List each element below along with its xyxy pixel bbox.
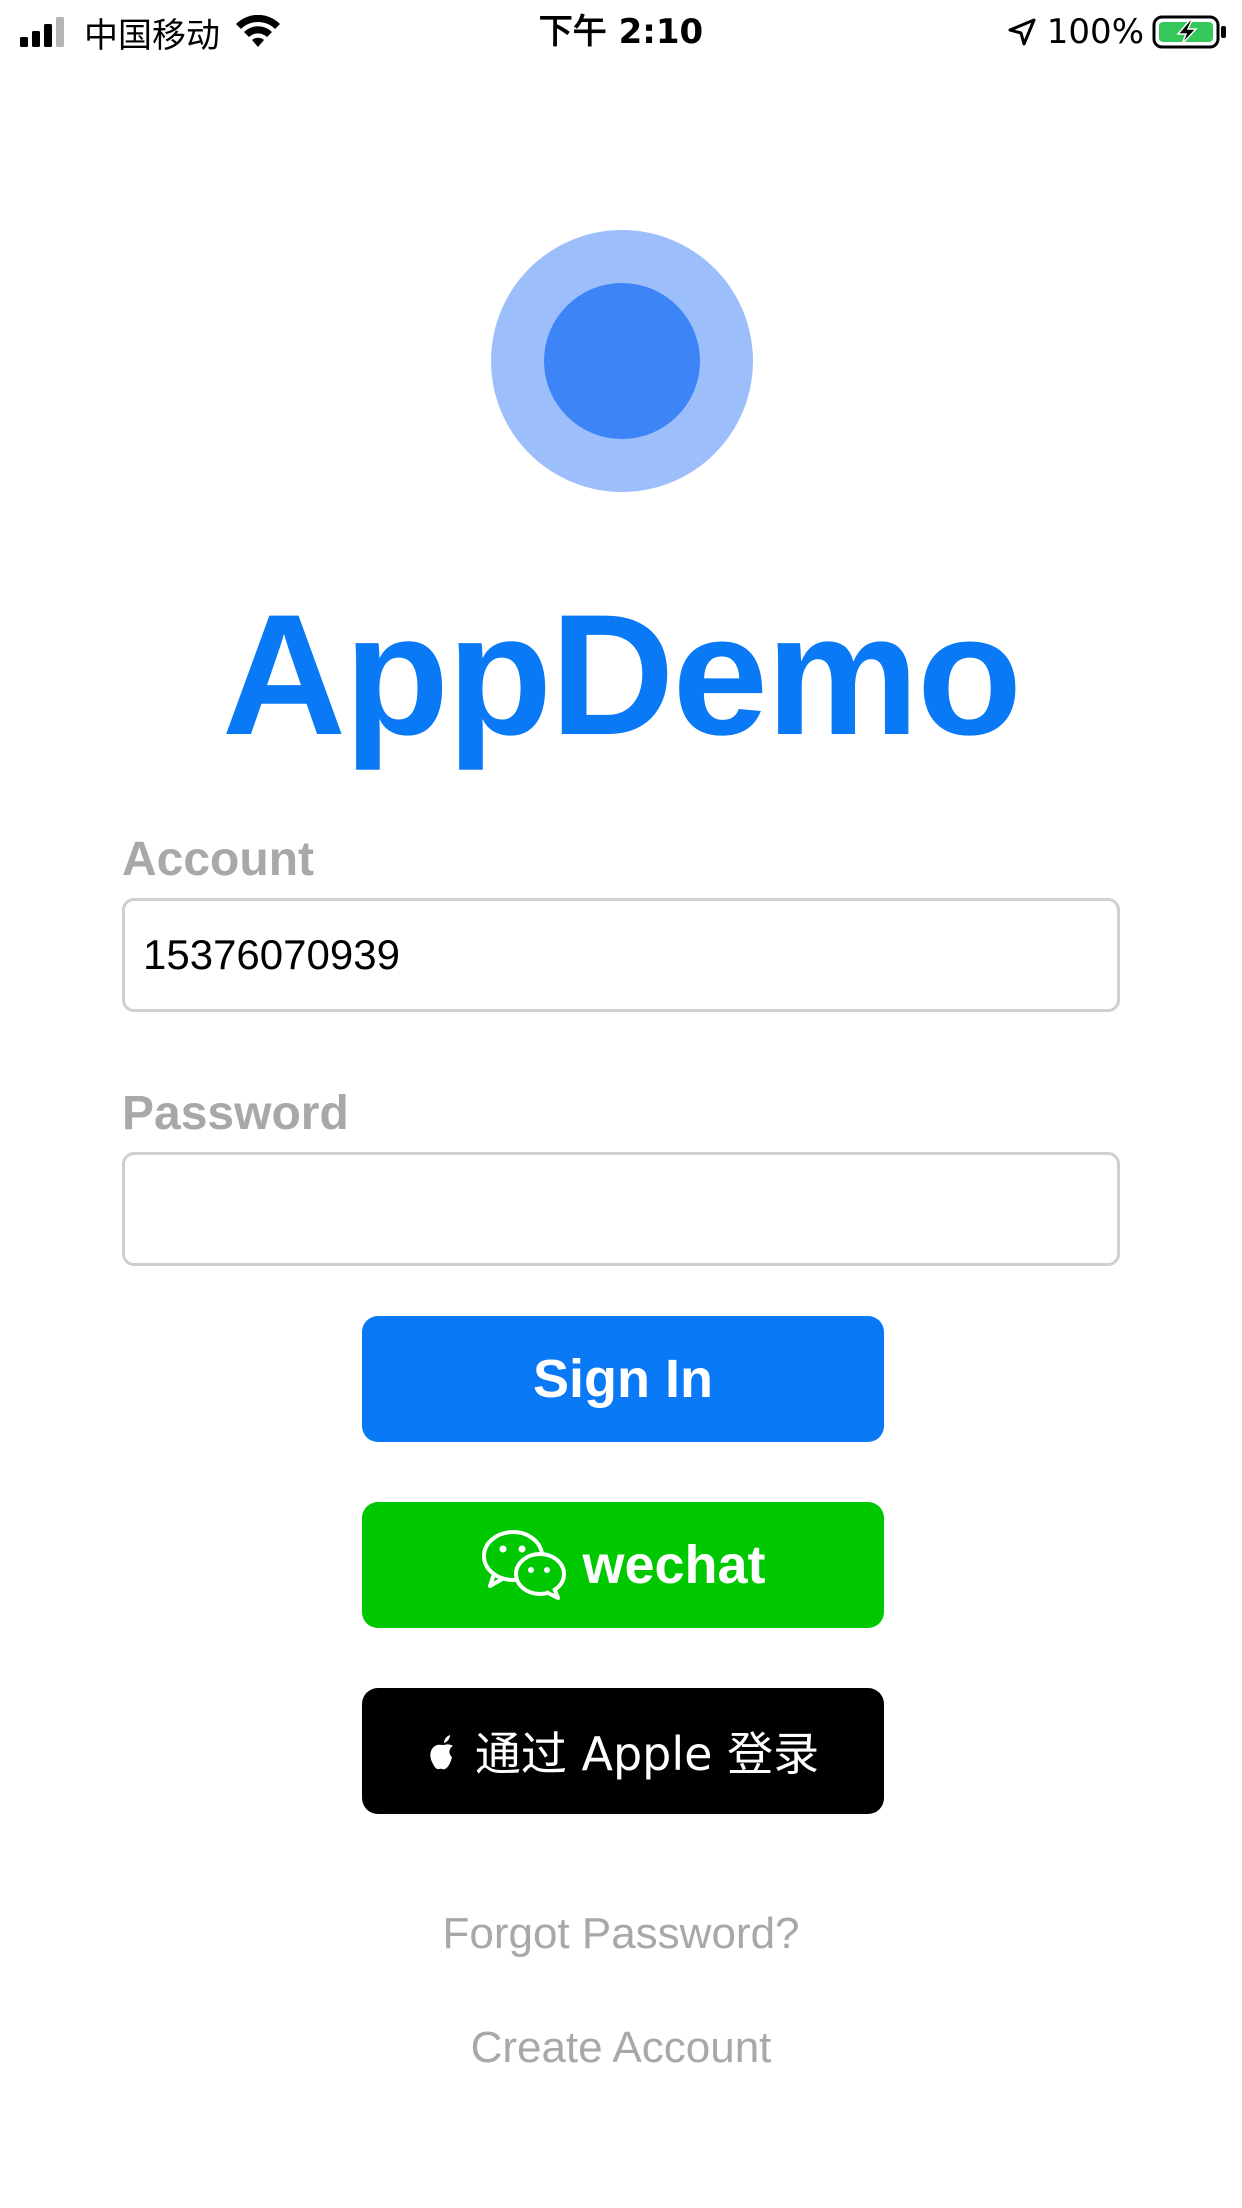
wechat-icon [480, 1528, 568, 1602]
battery-charging-icon [1152, 14, 1228, 50]
account-input-value: 15376070939 [143, 931, 400, 978]
sign-in-label: Sign In [533, 1349, 713, 1409]
forgot-password-link[interactable]: Forgot Password? [0, 1906, 1242, 1962]
app-logo [491, 230, 753, 492]
create-account-link[interactable]: Create Account [0, 2020, 1242, 2076]
apple-sign-in-label: 通过 Apple 登录 [474, 1727, 820, 1781]
login-screen: 中国移动 下午 2:10 100% AppDemo Account 153760… [0, 0, 1242, 2208]
password-label: Password [122, 1087, 349, 1140]
sign-in-button[interactable]: Sign In [362, 1316, 884, 1442]
location-arrow-icon [1007, 17, 1037, 47]
apple-logo-icon [427, 1731, 461, 1771]
account-input[interactable]: 15376070939 [122, 898, 1120, 1012]
account-label: Account [122, 833, 314, 886]
battery-percentage: 100% [1046, 12, 1144, 52]
status-bar: 中国移动 下午 2:10 100% [0, 0, 1242, 62]
app-title: AppDemo [221, 579, 1022, 771]
status-right: 100% [1007, 6, 1228, 58]
password-input[interactable] [122, 1152, 1120, 1266]
wechat-label: wechat [582, 1535, 766, 1595]
wechat-login-button[interactable]: wechat [362, 1502, 884, 1628]
apple-sign-in-button[interactable]: 通过 Apple 登录 [362, 1688, 884, 1814]
